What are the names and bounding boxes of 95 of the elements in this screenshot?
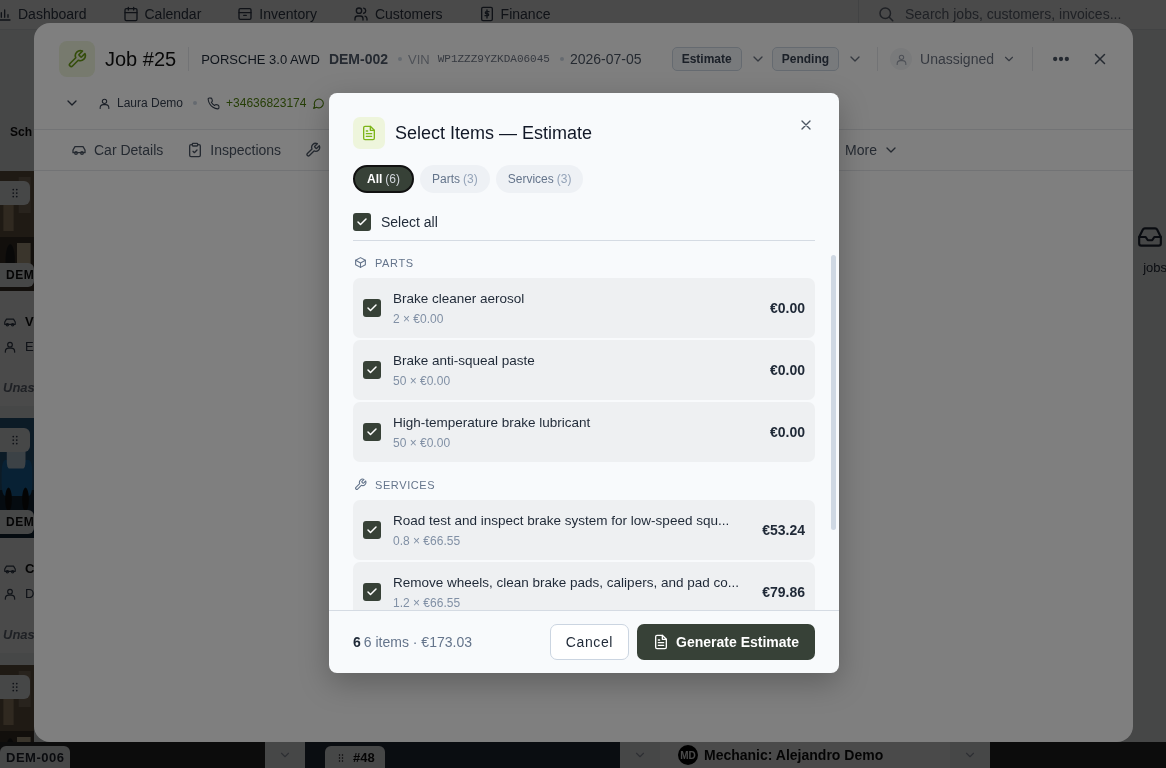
inbox-icon	[1137, 224, 1163, 250]
checkbox[interactable]	[363, 361, 381, 379]
tab[interactable]	[305, 142, 322, 158]
person-icon	[3, 586, 17, 601]
vin-number: WP1ZZZ9YZKDA06045	[437, 53, 550, 65]
phone-link[interactable]: +34636823174	[226, 96, 307, 110]
wrench-icon	[67, 49, 87, 69]
vehicle-name: PORSCHE 3.0 AWD	[201, 51, 320, 67]
customer-name: Laura Demo	[117, 96, 184, 110]
cancel-button[interactable]: Cancel	[549, 624, 630, 660]
wrench-icon	[354, 478, 367, 491]
item-quantity: 50 × €0.00	[393, 373, 452, 388]
filter-tab[interactable]: Parts (3)	[420, 165, 490, 193]
line-item-card[interactable]: Brake cleaner aerosol 2 × €0.00 €0.00	[353, 278, 815, 338]
check-icon	[366, 524, 378, 536]
check-icon	[356, 216, 368, 228]
search-icon	[877, 4, 895, 23]
item-name: High-temperature brake lubricant	[393, 414, 592, 430]
customer-name: D	[25, 586, 34, 601]
checkbox[interactable]	[363, 521, 381, 539]
line-item-card[interactable]: Road test and inspect brake system for low-speed squ... 0.8 × €66.55 €53.24	[353, 500, 815, 560]
archive-icon	[237, 6, 254, 22]
plate-badge: DEM	[0, 263, 34, 287]
nav-link[interactable]: Finance	[478, 5, 551, 23]
nav-link[interactable]: Customers	[352, 5, 443, 23]
item-name: Brake anti-squeal paste	[393, 352, 536, 368]
box-icon	[354, 256, 367, 269]
item-quantity: 0.8 × €66.55	[393, 533, 462, 548]
drag-handle[interactable]	[0, 181, 30, 205]
item-price: €53.24	[762, 522, 805, 538]
item-quantity: 50 × €0.00	[393, 435, 452, 450]
type-dropdown[interactable]: Estimate	[671, 47, 742, 71]
person-icon	[894, 52, 908, 66]
filter-tab[interactable]: All (6)	[353, 165, 414, 193]
vehicle-name: C	[25, 561, 34, 576]
status-dropdown[interactable]: Pending	[771, 47, 840, 71]
line-item-card[interactable]: Remove wheels, clean brake pads, calipers, and pad co... 1.2 × €66.55 €79.86	[353, 562, 815, 610]
checkbox[interactable]	[363, 583, 381, 601]
checkbox[interactable]	[363, 299, 381, 317]
wrench-icon	[305, 142, 322, 158]
users-icon	[352, 6, 369, 22]
drag-handle[interactable]: #48	[325, 746, 385, 768]
dollar-document-icon	[478, 6, 495, 22]
section-title: PARTS	[375, 256, 414, 269]
more-tab[interactable]: More	[845, 142, 899, 158]
checkbox-label: Select all	[381, 214, 438, 230]
item-quantity: 2 × €0.00	[393, 311, 445, 326]
item-price: €0.00	[769, 362, 805, 378]
plate-badge: DEM-006	[0, 746, 71, 768]
item-price: €0.00	[769, 300, 805, 316]
plate-badge: DEM	[0, 510, 34, 534]
checkbox[interactable]	[353, 213, 371, 231]
tab[interactable]: Inspections	[187, 142, 282, 158]
drag-handle[interactable]	[0, 428, 30, 452]
line-item-card[interactable]: Brake anti-squeal paste 50 × €0.00 €0.00	[353, 340, 815, 400]
item-price: €79.86	[762, 584, 805, 600]
item-price: €0.00	[769, 424, 805, 440]
nav-link[interactable]: Dashboard	[0, 5, 87, 23]
avatar: MD	[678, 745, 698, 765]
document-icon	[653, 634, 670, 650]
vehicle-name: V	[25, 314, 34, 329]
line-item-card[interactable]: High-temperature brake lubricant 50 × €0.00 €0.00	[353, 402, 815, 462]
item-quantity: 1.2 × €66.55	[393, 595, 462, 610]
generate-button[interactable]: Generate Estimate	[637, 624, 815, 660]
check-icon	[366, 302, 378, 314]
filter-tab[interactable]: Services (3)	[495, 165, 584, 193]
drag-handle[interactable]	[0, 675, 30, 699]
section-title: SERVICES	[375, 478, 436, 491]
nav-link[interactable]: Calendar	[122, 5, 202, 23]
person-icon	[98, 96, 111, 110]
empty-state-text: jobs	[1143, 260, 1166, 275]
check-icon	[366, 364, 378, 376]
check-icon	[366, 586, 378, 598]
section-label: Sch	[10, 125, 32, 139]
job-title: Job #25	[105, 47, 177, 71]
person-icon	[3, 339, 17, 354]
phone-icon	[207, 96, 221, 110]
calendar-icon	[122, 6, 139, 22]
item-name: Remove wheels, clean brake pads, calipers, and pad co...	[393, 574, 740, 590]
customer-name: E	[25, 339, 34, 354]
job-date: 2026-07-05	[569, 51, 642, 67]
nav-link[interactable]: Inventory	[237, 5, 317, 23]
check-icon	[366, 426, 378, 438]
plate-number: DEM-002	[328, 51, 389, 67]
chat-bubble-icon[interactable]	[312, 96, 326, 110]
assignee-dropdown[interactable]: Unassigned	[890, 48, 1016, 70]
tab[interactable]: Car Details	[71, 142, 164, 158]
item-name: Road test and inspect brake system for low-speed squ...	[393, 512, 731, 528]
item-name: Brake cleaner aerosol	[393, 290, 526, 306]
clipboard-check-icon	[187, 142, 204, 158]
mechanic-name: Mechanic: Alejandro Demo	[704, 747, 884, 763]
checkbox[interactable]	[363, 423, 381, 441]
selection-summary: 6 6 items · €173.03	[353, 634, 472, 650]
dialog-title: Select Items — Estimate	[395, 122, 593, 144]
bar-chart-icon	[0, 6, 12, 22]
